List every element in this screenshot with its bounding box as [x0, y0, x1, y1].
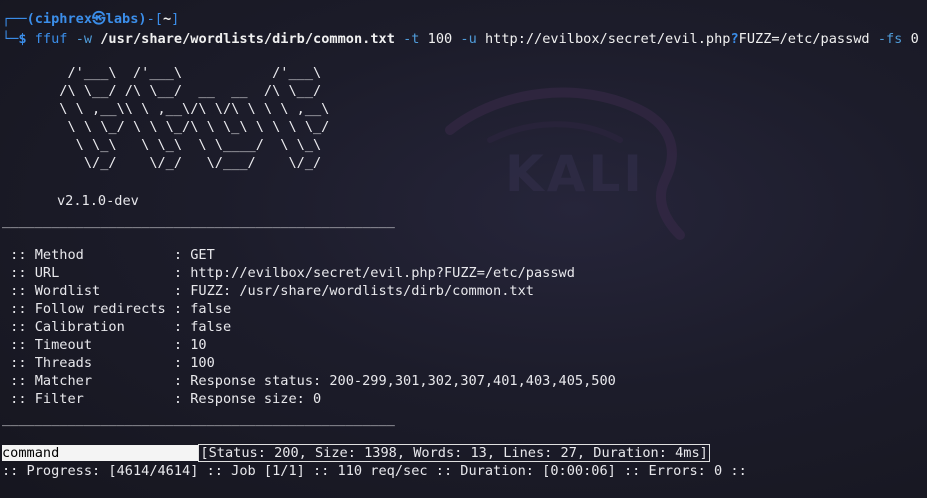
- prompt-dir-close: ]: [171, 11, 180, 27]
- command-url-prefix: http://evilbox/secret/evil.php: [484, 31, 731, 47]
- config-value: : GET: [173, 247, 215, 263]
- prompt-dir-open: -[: [146, 11, 163, 27]
- config-key: :: URL: [2, 265, 174, 281]
- command-flag-t: -t: [403, 31, 420, 47]
- command-url-suffix: FUZZ=/etc/passwd: [738, 31, 870, 47]
- prompt-corner-bottom: └─: [2, 31, 19, 47]
- config-value: : 100: [173, 355, 215, 371]
- config-matcher: :: Matcher : Response status: 200-299,30…: [2, 372, 616, 390]
- config-value: : Response size: 0: [173, 391, 322, 407]
- config-value: : false: [173, 319, 232, 335]
- prompt-dir: ~: [162, 11, 172, 27]
- config-filter: :: Filter : Response size: 0: [2, 390, 321, 408]
- config-key: :: Calibration: [2, 319, 174, 335]
- config-calibration: :: Calibration : false: [2, 318, 231, 336]
- config-key: :: Timeout: [2, 337, 174, 353]
- separator-top: ________________________________________…: [2, 213, 395, 229]
- config-value: : Response status: 200-299,301,302,307,4…: [173, 373, 616, 389]
- prompt-corner-top: ┌──: [2, 11, 27, 27]
- command-line[interactable]: └─$ ffuf -w /usr/share/wordlists/dirb/co…: [2, 30, 919, 48]
- config-key: :: Follow redirects: [2, 301, 174, 317]
- command-flag-fs: -fs: [877, 31, 903, 47]
- command-wordlist-arg: /usr/share/wordlists/dirb/common.txt: [100, 31, 395, 47]
- command-url-qmark: ?: [730, 31, 739, 47]
- config-key: :: Method: [2, 247, 174, 263]
- separator-bottom: ________________________________________…: [2, 411, 395, 427]
- config-wordlist: :: Wordlist : FUZZ: /usr/share/wordlists…: [2, 282, 534, 300]
- config-key: :: Wordlist: [2, 283, 174, 299]
- terminal-window[interactable]: KALI ┌──(ciphrex㉿labs)-[~] └─$ ffuf -w /…: [0, 0, 927, 498]
- prompt-symbol: $: [18, 31, 27, 47]
- config-value: : FUZZ: /usr/share/wordlists/dirb/common…: [173, 283, 534, 299]
- result-row[interactable]: command [Status: 200, Size: 1398, Words:…: [2, 444, 710, 462]
- config-method: :: Method : GET: [2, 246, 215, 264]
- command-threads-arg: 100: [427, 31, 453, 47]
- config-value: : 10: [173, 337, 207, 353]
- result-stats: [Status: 200, Size: 1398, Words: 13, Lin…: [198, 444, 710, 462]
- config-value: : http://evilbox/secret/evil.php?FUZZ=/e…: [173, 265, 575, 281]
- config-key: :: Threads: [2, 355, 174, 371]
- command-fs-arg: 0: [910, 31, 919, 47]
- prompt-host: labs): [105, 11, 147, 27]
- config-follow-redirects: :: Follow redirects : false: [2, 300, 231, 318]
- command-flag-u: -u: [460, 31, 477, 47]
- config-key: :: Filter: [2, 391, 174, 407]
- prompt-at-icon: ㉿: [92, 11, 106, 27]
- ffuf-version: v2.1.0-dev: [57, 193, 139, 209]
- config-value: : false: [173, 301, 232, 317]
- config-url: :: URL : http://evilbox/secret/evil.php?…: [2, 264, 575, 282]
- result-word[interactable]: command: [2, 445, 199, 461]
- config-threads: :: Threads : 100: [2, 354, 215, 372]
- command-flag-w: -w: [75, 31, 93, 47]
- ffuf-ascii-banner: /'___\ /'___\ /'___\ /\ \__/ /\ \__/ __ …: [59, 65, 330, 171]
- progress-line: :: Progress: [4614/4614] :: Job [1/1] ::…: [2, 463, 747, 479]
- prompt-user: (ciphrex: [26, 11, 93, 27]
- command-binary: ffuf: [34, 31, 68, 47]
- prompt-header: ┌──(ciphrex㉿labs)-[~]: [2, 10, 179, 28]
- kali-watermark-text: KALI: [505, 145, 645, 203]
- config-key: :: Matcher: [2, 373, 174, 389]
- config-timeout: :: Timeout : 10: [2, 336, 207, 354]
